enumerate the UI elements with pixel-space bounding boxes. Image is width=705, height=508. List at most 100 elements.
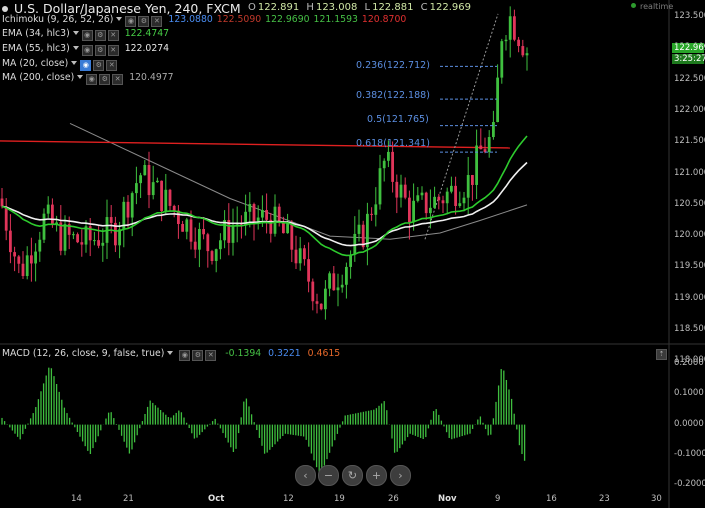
- candle-body: [9, 230, 12, 253]
- indicator-settings-icon[interactable]: ⚙: [138, 16, 150, 27]
- price-tick-label: 122.500: [674, 73, 705, 84]
- trendline: [0, 140, 511, 149]
- macd-settings-icon[interactable]: ⚙: [192, 350, 204, 361]
- candle-body: [206, 234, 210, 252]
- candle-body: [294, 249, 298, 264]
- indicator-close-icon[interactable]: ✕: [106, 60, 118, 71]
- indicator-close-icon[interactable]: ✕: [151, 16, 163, 27]
- indicator-settings-icon[interactable]: ⚙: [94, 45, 106, 56]
- indicator-eye-icon[interactable]: ◉: [80, 60, 92, 71]
- chevron-right-icon[interactable]: ›: [390, 465, 411, 486]
- indicator-label[interactable]: MA (200, close): [2, 72, 74, 83]
- candle-body: [366, 213, 369, 248]
- indicator-eye-icon[interactable]: ◉: [81, 30, 93, 41]
- indicator-close-icon[interactable]: ✕: [107, 45, 119, 56]
- indicator-row: MA (20, close) ◉ ⚙ ✕: [2, 58, 119, 71]
- time-tick-label: 26: [388, 494, 399, 504]
- candle-body: [97, 240, 100, 246]
- macd-tick-label: -0.1000: [674, 448, 705, 459]
- indicator-close-icon[interactable]: ✕: [112, 74, 124, 85]
- macd-legend: MACD (12, 26, close, 9, false, true) ◉ ⚙ ✕…: [2, 348, 340, 361]
- price-tick-label: 119.000: [674, 292, 705, 303]
- candle-body: [93, 240, 96, 242]
- candle-body: [4, 206, 8, 231]
- candle-body: [408, 197, 411, 223]
- macd-dropdown-icon[interactable]: [167, 351, 174, 355]
- indicator-settings-icon[interactable]: ⚙: [94, 30, 106, 41]
- macd-tick-label: -0.2000: [674, 479, 705, 490]
- indicator-row: MA (200, close) ◉ ⚙ ✕ 120.4977: [2, 72, 174, 85]
- candle-body: [181, 223, 184, 232]
- candle-body: [160, 180, 163, 212]
- indicator-value: 122.5090: [216, 14, 262, 25]
- candle-body: [198, 229, 201, 250]
- time-tick-label: 9: [495, 494, 501, 504]
- indicator-eye-icon[interactable]: ◉: [81, 45, 93, 56]
- price-tick-label: 122.000: [674, 104, 705, 115]
- price-tick-label: 121.000: [674, 167, 705, 178]
- candle-body: [168, 189, 172, 206]
- time-tick-label: 30: [651, 494, 662, 504]
- candle-body: [286, 223, 289, 234]
- fib-label-0382: 0.382(122.188): [356, 90, 430, 101]
- indicator-eye-icon[interactable]: ◉: [125, 16, 137, 27]
- macd-maximize-icon[interactable]: ⇡: [656, 349, 667, 360]
- macd-tick-label: 0.0000: [674, 418, 704, 429]
- indicator-dropdown-icon[interactable]: [71, 61, 78, 65]
- candle-body: [336, 287, 340, 291]
- candle-body: [340, 284, 344, 288]
- reset-icon[interactable]: ↻: [342, 465, 363, 486]
- time-tick-label: 23: [599, 494, 610, 504]
- candle-body: [277, 206, 281, 223]
- candle-body: [496, 77, 499, 123]
- indicator-label[interactable]: MA (20, close): [2, 58, 68, 69]
- price-tick-label: 121.500: [674, 136, 705, 147]
- candle-body: [378, 168, 382, 205]
- indicator-label[interactable]: EMA (55, hlc3): [2, 43, 70, 54]
- candle-body: [202, 229, 205, 235]
- macd-close-icon[interactable]: ✕: [205, 350, 217, 361]
- candle-body: [441, 200, 445, 204]
- indicator-row: EMA (55, hlc3) ◉ ⚙ ✕ 122.0274: [2, 43, 169, 56]
- indicator-eye-icon[interactable]: ◉: [86, 74, 98, 85]
- indicator-label[interactable]: Ichimoku (9, 26, 52, 26): [2, 14, 113, 25]
- candle-body: [513, 16, 516, 40]
- candle-body: [349, 254, 352, 267]
- candle-body: [479, 145, 483, 150]
- symbol-dot-icon: [2, 6, 8, 12]
- price-tick-label: 118.500: [674, 324, 705, 334]
- indicator-row: Ichimoku (9, 26, 52, 26) ◉ ⚙ ✕ 123.0880 122.5…: [2, 14, 407, 27]
- time-tick-label: Nov: [438, 494, 457, 504]
- candle-body: [30, 255, 33, 264]
- macd-eye-icon[interactable]: ◉: [179, 350, 191, 361]
- indicator-dropdown-icon[interactable]: [77, 75, 84, 79]
- indicator-settings-icon[interactable]: ⚙: [99, 74, 111, 85]
- macd-label[interactable]: MACD (12, 26, close, 9, false, true): [2, 348, 164, 359]
- indicator-dropdown-icon[interactable]: [116, 17, 123, 21]
- candle-body: [416, 195, 420, 201]
- candle-body: [261, 210, 264, 218]
- indicator-value: 120.8700: [361, 14, 407, 25]
- chevron-left-icon[interactable]: ‹: [295, 465, 316, 486]
- candle-body: [298, 248, 302, 264]
- candle-body: [403, 184, 407, 198]
- candle-body: [357, 224, 361, 234]
- indicator-label[interactable]: EMA (34, hlc3): [2, 28, 70, 39]
- candle-body: [517, 39, 520, 47]
- indicator-settings-icon[interactable]: ⚙: [93, 60, 105, 71]
- price-tick-label: 120.000: [674, 230, 705, 241]
- ohlc-readout: O 122.891 H 123.008 L 122.881 C 122.969: [248, 2, 475, 13]
- plus-icon[interactable]: +: [366, 465, 387, 486]
- candle-body: [345, 266, 348, 285]
- candle-body: [248, 204, 252, 212]
- candle-body: [118, 229, 121, 246]
- indicator-dropdown-icon[interactable]: [72, 31, 79, 35]
- minus-icon[interactable]: −: [318, 465, 339, 486]
- candle-body: [508, 16, 512, 40]
- candle-body: [500, 41, 504, 78]
- indicator-close-icon[interactable]: ✕: [107, 30, 119, 41]
- indicator-dropdown-icon[interactable]: [72, 46, 79, 50]
- candle-body: [76, 234, 79, 243]
- macd-line-value: 0.3221: [268, 348, 301, 359]
- fib-label-0618: 0.618(121.341): [356, 138, 430, 149]
